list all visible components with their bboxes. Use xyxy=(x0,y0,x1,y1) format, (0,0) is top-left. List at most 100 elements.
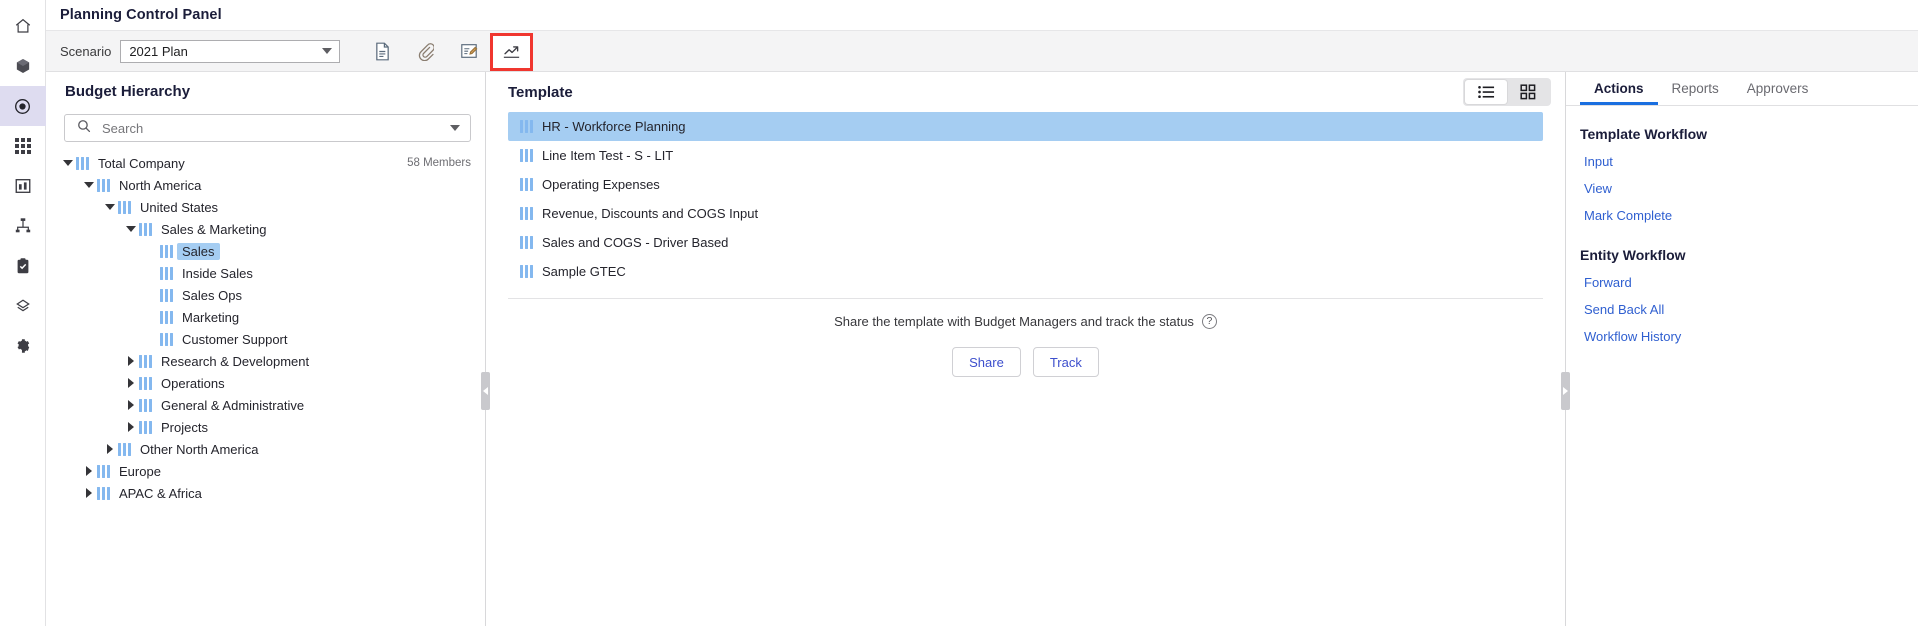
hierarchy-tree: Total Company 58 Members North America Unit… xyxy=(46,142,485,504)
action-link-workflow-history[interactable]: Workflow History xyxy=(1580,323,1918,350)
scenario-select[interactable]: 2021 Plan xyxy=(120,39,341,63)
action-link-mark-complete[interactable]: Mark Complete xyxy=(1580,202,1918,229)
tree-node[interactable]: Other North America xyxy=(46,438,485,460)
grid-view-icon[interactable] xyxy=(1507,80,1549,104)
action-link-send-back-all[interactable]: Send Back All xyxy=(1580,296,1918,323)
tree-node[interactable]: Research & Development xyxy=(46,350,485,372)
member-bars-icon xyxy=(160,266,173,280)
tree-node[interactable]: Sales xyxy=(46,240,485,262)
cube-icon[interactable] xyxy=(0,46,46,86)
scenario-label: Scenario xyxy=(60,43,112,59)
chevron-down-icon xyxy=(322,48,333,54)
tree-node[interactable]: Europe xyxy=(46,460,485,482)
member-bars-icon xyxy=(160,244,173,258)
action-link-forward[interactable]: Forward xyxy=(1580,269,1918,296)
tree-node-label: Inside Sales xyxy=(182,265,253,281)
scenario-value: 2021 Plan xyxy=(129,43,188,59)
tree-node[interactable]: North America xyxy=(46,174,485,196)
share-description: Share the template with Budget Managers … xyxy=(834,314,1217,329)
template-list-item[interactable]: Sales and COGS - Driver Based xyxy=(508,228,1543,257)
tree-node[interactable]: Inside Sales xyxy=(46,262,485,284)
tree-node-label: Sales & Marketing xyxy=(161,221,267,237)
chevron-down-icon[interactable] xyxy=(59,160,76,166)
template-item-label: Line Item Test - S - LIT xyxy=(542,148,674,163)
tree-node-label: Operations xyxy=(161,375,225,391)
paperclip-icon[interactable] xyxy=(404,31,447,72)
tree-node-label: Sales xyxy=(177,242,220,260)
action-group-title: Template Workflow xyxy=(1580,126,1708,142)
edit-note-icon[interactable] xyxy=(447,31,490,72)
share-button[interactable]: Share xyxy=(952,347,1021,377)
share-buttons: Share Track xyxy=(486,347,1565,377)
chevron-down-icon[interactable] xyxy=(122,226,139,232)
hierarchy-icon[interactable] xyxy=(0,206,46,246)
chevron-right-icon[interactable] xyxy=(101,444,118,454)
member-bars-icon xyxy=(520,149,533,162)
tree-node-label: APAC & Africa xyxy=(119,485,202,501)
chevron-down-icon[interactable] xyxy=(80,182,97,188)
collapse-left-handle[interactable] xyxy=(481,372,490,410)
member-bars-icon xyxy=(118,200,131,214)
template-list-item[interactable]: Sample GTEC xyxy=(508,257,1543,286)
gear-icon[interactable] xyxy=(0,326,46,366)
member-bars-icon xyxy=(139,376,152,390)
member-bars-icon xyxy=(97,178,110,192)
layers-icon[interactable] xyxy=(0,286,46,326)
template-item-label: HR - Workforce Planning xyxy=(542,119,686,134)
document-icon[interactable] xyxy=(361,31,404,72)
tree-node[interactable]: United States xyxy=(46,196,485,218)
tree-node[interactable]: Projects xyxy=(46,416,485,438)
actions-body: Template Workflow Input View Mark Complete E… xyxy=(1566,106,1918,350)
tree-node[interactable]: General & Administrative xyxy=(46,394,485,416)
chevron-right-icon[interactable] xyxy=(80,466,97,476)
action-group-title: Entity Workflow xyxy=(1580,247,1686,263)
tab-reports[interactable]: Reports xyxy=(1658,72,1733,105)
chevron-right-icon[interactable] xyxy=(122,356,139,366)
member-bars-icon xyxy=(520,265,533,278)
bar-chart-icon[interactable] xyxy=(0,166,46,206)
search-icon xyxy=(77,119,91,138)
search-filter-chevron-icon[interactable] xyxy=(450,125,460,131)
action-link-input[interactable]: Input xyxy=(1580,148,1918,175)
planning-control-panel-app: Planning Control Panel Scenario 2021 Pla… xyxy=(0,0,1918,626)
member-bars-icon xyxy=(139,420,152,434)
chevron-right-icon[interactable] xyxy=(122,400,139,410)
tab-approvers[interactable]: Approvers xyxy=(1733,72,1823,105)
member-bars-icon xyxy=(160,310,173,324)
template-list-item[interactable]: HR - Workforce Planning xyxy=(508,112,1543,141)
tree-node[interactable]: Sales Ops xyxy=(46,284,485,306)
template-list-item[interactable]: Revenue, Discounts and COGS Input xyxy=(508,199,1543,228)
track-button[interactable]: Track xyxy=(1032,347,1099,377)
tree-node[interactable]: Operations xyxy=(46,372,485,394)
view-mode-toggle xyxy=(1463,78,1551,106)
tree-node[interactable]: Customer Support xyxy=(46,328,485,350)
list-view-icon[interactable] xyxy=(1465,80,1507,104)
chevron-down-icon[interactable] xyxy=(101,204,118,210)
action-link-view[interactable]: View xyxy=(1580,175,1918,202)
tree-node[interactable]: APAC & Africa xyxy=(46,482,485,504)
grid-icon[interactable] xyxy=(0,126,46,166)
search-input[interactable]: Search xyxy=(64,114,471,142)
tree-node[interactable]: Sales & Marketing xyxy=(46,218,485,240)
collapse-right-handle[interactable] xyxy=(1561,372,1570,410)
chevron-right-icon[interactable] xyxy=(122,422,139,432)
actions-tabs: Actions Reports Approvers xyxy=(1566,72,1918,106)
member-bars-icon xyxy=(520,236,533,249)
tab-actions[interactable]: Actions xyxy=(1580,72,1658,105)
tree-node[interactable]: Marketing xyxy=(46,306,485,328)
page-title: Planning Control Panel xyxy=(60,7,222,23)
tree-node[interactable]: Total Company 58 Members xyxy=(46,152,485,174)
chevron-right-icon[interactable] xyxy=(80,488,97,498)
clipboard-check-icon[interactable] xyxy=(0,246,46,286)
trend-chart-icon[interactable] xyxy=(490,32,534,71)
template-list-item[interactable]: Line Item Test - S - LIT xyxy=(508,141,1543,170)
home-icon[interactable] xyxy=(0,6,46,46)
member-bars-icon xyxy=(118,442,131,456)
target-icon[interactable] xyxy=(0,86,46,126)
hierarchy-search-wrap: Search xyxy=(46,110,485,142)
template-list-item[interactable]: Operating Expenses xyxy=(508,170,1543,199)
chevron-right-icon[interactable] xyxy=(122,378,139,388)
help-icon[interactable]: ? xyxy=(1201,314,1217,329)
tree-node-label: United States xyxy=(140,199,219,215)
template-item-label: Revenue, Discounts and COGS Input xyxy=(542,206,759,221)
